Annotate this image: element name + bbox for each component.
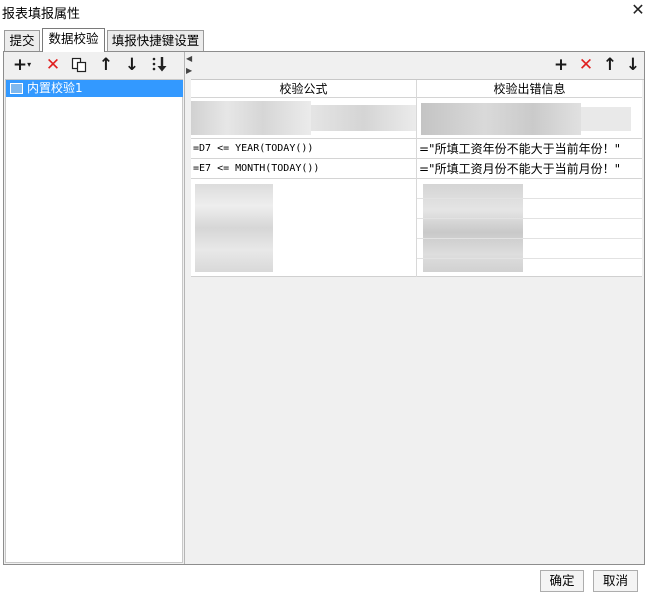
move-bottom-icon[interactable] bbox=[150, 55, 170, 75]
list-item-builtin-validation-1[interactable]: 内置校验1 bbox=[6, 80, 183, 97]
ok-button[interactable]: 确定 bbox=[540, 570, 584, 592]
tab-shortcut-settings[interactable]: 填报快捷键设置 bbox=[107, 30, 204, 51]
column-header-formula: 校验公式 bbox=[279, 82, 328, 96]
formula-cell[interactable]: =E7 <= MONTH(TODAY()) bbox=[191, 160, 416, 178]
left-toolbar: +▾ ✕ ↑ ↓ bbox=[4, 52, 185, 78]
tab-submit[interactable]: 提交 bbox=[4, 30, 40, 51]
delete-icon[interactable]: ✕ bbox=[44, 55, 62, 75]
validation-table: 校验公式 校验出错信息 =D7 <= YEAR(TODAY()) ="所填工资年… bbox=[191, 80, 642, 277]
formula-cell[interactable]: =D7 <= YEAR(TODAY()) bbox=[191, 140, 416, 158]
close-icon[interactable]: ✕ bbox=[630, 1, 646, 19]
move-up-icon[interactable]: ↑ bbox=[602, 55, 618, 75]
add-dropdown-icon[interactable]: +▾ bbox=[10, 55, 34, 75]
column-header-error-message: 校验出错信息 bbox=[493, 82, 566, 96]
message-cell[interactable]: ="所填工资年份不能大于当前年份！" bbox=[417, 140, 642, 158]
delete-icon[interactable]: ✕ bbox=[577, 55, 595, 75]
cancel-button[interactable]: 取消 bbox=[593, 570, 638, 592]
move-down-icon[interactable]: ↓ bbox=[625, 55, 641, 75]
validation-panel: +▾ ✕ ↑ ↓ 内置校验1 ◀ ▶ + ✕ ↑ ↓ 校验公式 校验出错信息 =… bbox=[3, 51, 645, 565]
right-toolbar: + ✕ ↑ ↓ bbox=[191, 52, 644, 78]
validation-table-area: 校验公式 校验出错信息 =D7 <= YEAR(TODAY()) ="所填工资年… bbox=[191, 79, 644, 563]
title-bar: 报表填报属性 ✕ bbox=[0, 0, 654, 22]
validation-list: 内置校验1 bbox=[5, 79, 183, 563]
message-cell[interactable]: ="所填工资月份不能大于当前月份！" bbox=[417, 160, 642, 178]
right-pane: + ✕ ↑ ↓ 校验公式 校验出错信息 =D7 <= YEAR(TODAY())… bbox=[191, 52, 644, 564]
move-down-icon[interactable]: ↓ bbox=[124, 55, 140, 75]
window-title: 报表填报属性 bbox=[2, 7, 81, 22]
list-item-icon bbox=[10, 83, 23, 94]
column-divider bbox=[416, 80, 417, 277]
move-up-icon[interactable]: ↑ bbox=[98, 55, 114, 75]
list-item-label: 内置校验1 bbox=[27, 81, 83, 95]
tab-data-validation[interactable]: 数据校验 bbox=[42, 28, 105, 52]
copy-icon[interactable] bbox=[70, 55, 88, 75]
left-pane: +▾ ✕ ↑ ↓ 内置校验1 bbox=[4, 52, 185, 564]
add-icon[interactable]: + bbox=[553, 55, 569, 75]
